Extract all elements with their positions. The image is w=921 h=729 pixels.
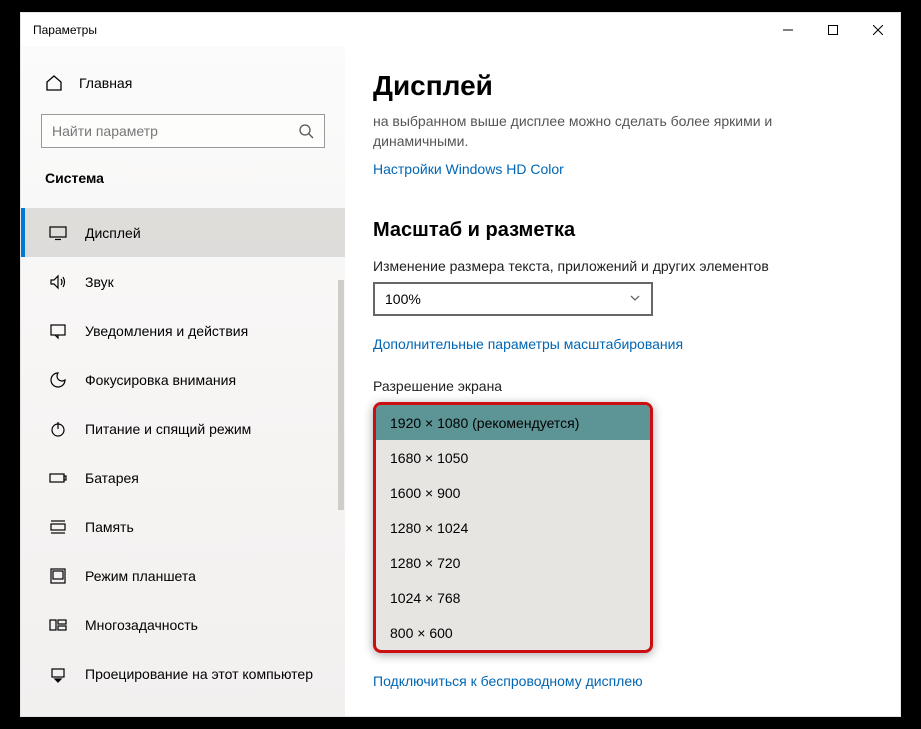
- home-icon: [45, 74, 63, 92]
- maximize-button[interactable]: [810, 13, 855, 46]
- storage-icon: [49, 518, 67, 536]
- sidebar-item-storage[interactable]: Память: [21, 502, 345, 551]
- search-box[interactable]: [41, 114, 325, 148]
- titlebar: Параметры: [21, 13, 900, 46]
- sidebar-item-label: Дисплей: [85, 225, 141, 241]
- sidebar-item-project[interactable]: Проецирование на этот компьютер: [21, 649, 345, 698]
- resolution-option[interactable]: 1600 × 900: [376, 475, 650, 510]
- sidebar-item-power[interactable]: Питание и спящий режим: [21, 404, 345, 453]
- home-label: Главная: [79, 75, 132, 91]
- sidebar-item-label: Многозадачность: [85, 617, 198, 633]
- power-icon: [49, 420, 67, 438]
- notify-icon: [49, 322, 67, 340]
- home-nav[interactable]: Главная: [21, 68, 345, 98]
- settings-window: Параметры Главная: [21, 13, 900, 716]
- resolution-option[interactable]: 1024 × 768: [376, 580, 650, 615]
- sidebar-item-label: Батарея: [85, 470, 139, 486]
- hd-color-link[interactable]: Настройки Windows HD Color: [373, 161, 564, 177]
- sidebar-item-label: Звук: [85, 274, 114, 290]
- chevron-down-icon: [629, 291, 641, 307]
- sidebar-item-label: Уведомления и действия: [85, 323, 248, 339]
- sidebar-item-focus[interactable]: Фокусировка внимания: [21, 355, 345, 404]
- window-title: Параметры: [33, 23, 97, 37]
- resolution-option[interactable]: 1280 × 1024: [376, 510, 650, 545]
- sidebar-item-label: Память: [85, 519, 134, 535]
- battery-icon: [49, 469, 67, 487]
- resolution-option[interactable]: 1680 × 1050: [376, 440, 650, 475]
- resolution-option[interactable]: 1920 × 1080 (рекомендуется): [376, 405, 650, 440]
- sidebar-item-sound[interactable]: Звук: [21, 257, 345, 306]
- nav-list: Дисплей Звук Уведомления и действия Фокусир…: [21, 208, 345, 698]
- sidebar-scrollbar[interactable]: [338, 280, 344, 510]
- resolution-option[interactable]: 800 × 600: [376, 615, 650, 650]
- sound-icon: [49, 273, 67, 291]
- tablet-icon: [49, 567, 67, 585]
- resolution-dropdown: 1920 × 1080 (рекомендуется)1680 × 105016…: [373, 402, 653, 653]
- search-input[interactable]: [42, 123, 288, 139]
- sidebar-group-title: Система: [45, 170, 345, 186]
- wireless-display-link[interactable]: Подключиться к беспроводному дисплею: [373, 673, 643, 689]
- body: Главная Система Дисплей Звук Уведомления и…: [21, 46, 900, 716]
- sidebar-item-multi[interactable]: Многозадачность: [21, 600, 345, 649]
- page-title: Дисплей: [373, 70, 872, 102]
- project-icon: [49, 665, 67, 683]
- scale-value: 100%: [385, 291, 421, 307]
- close-icon: [873, 25, 883, 35]
- sidebar-item-battery[interactable]: Батарея: [21, 453, 345, 502]
- sidebar-item-label: Проецирование на этот компьютер: [85, 666, 313, 682]
- focus-icon: [49, 371, 67, 389]
- scale-label: Изменение размера текста, приложений и д…: [373, 258, 872, 274]
- maximize-icon: [828, 25, 838, 35]
- resolution-label: Разрешение экрана: [373, 378, 872, 394]
- search-icon: [288, 115, 324, 147]
- close-button[interactable]: [855, 13, 900, 46]
- scale-heading: Масштаб и разметка: [373, 219, 872, 242]
- minimize-button[interactable]: [765, 13, 810, 46]
- resolution-option[interactable]: 1280 × 720: [376, 545, 650, 580]
- sidebar-item-label: Питание и спящий режим: [85, 421, 251, 437]
- sidebar-item-label: Режим планшета: [85, 568, 196, 584]
- sidebar-item-notify[interactable]: Уведомления и действия: [21, 306, 345, 355]
- sidebar-item-display[interactable]: Дисплей: [21, 208, 345, 257]
- sidebar-item-tablet[interactable]: Режим планшета: [21, 551, 345, 600]
- minimize-icon: [783, 25, 793, 35]
- hd-color-desc: на выбранном выше дисплее можно сделать …: [373, 112, 833, 151]
- scale-advanced-link[interactable]: Дополнительные параметры масштабирования: [373, 336, 683, 352]
- sidebar-item-label: Фокусировка внимания: [85, 372, 236, 388]
- scale-select[interactable]: 100%: [373, 282, 653, 316]
- sidebar: Главная Система Дисплей Звук Уведомления и…: [21, 46, 345, 716]
- display-icon: [49, 224, 67, 242]
- content: Дисплей на выбранном выше дисплее можно …: [345, 46, 900, 716]
- multi-icon: [49, 616, 67, 634]
